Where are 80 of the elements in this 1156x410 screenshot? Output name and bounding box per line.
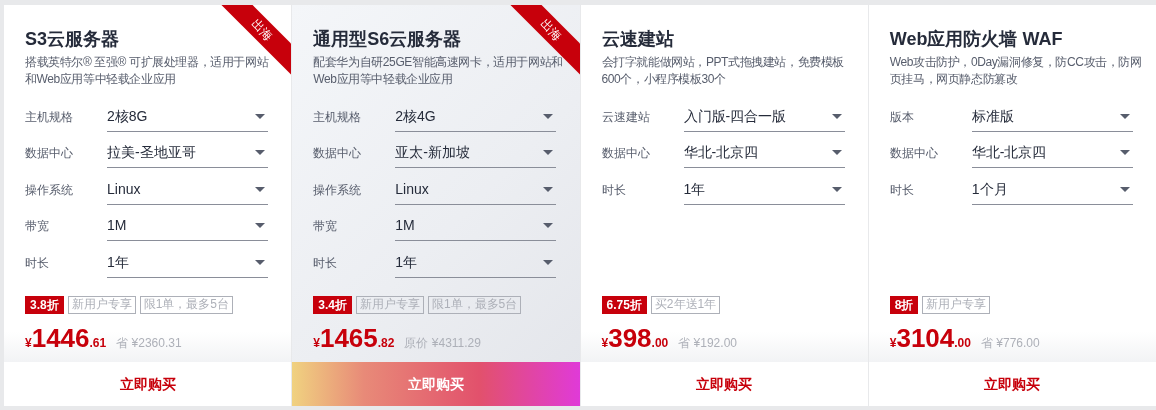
- caret-icon: [1119, 150, 1130, 155]
- select-field[interactable]: Linux: [395, 174, 557, 205]
- select-field[interactable]: 2核8G: [107, 101, 268, 132]
- price-note: 省 ¥776.00: [980, 335, 1040, 352]
- currency-symbol: ¥: [313, 336, 320, 352]
- discount-badge: 3.4折: [313, 296, 352, 314]
- select-field[interactable]: 亚太-新加坡: [395, 138, 557, 168]
- currency-symbol: ¥: [889, 336, 897, 352]
- caret-icon: [255, 259, 265, 265]
- price-integer: 398: [608, 322, 652, 355]
- caret-icon: [1119, 113, 1130, 119]
- price-integer: 3104: [896, 322, 955, 355]
- option-label: 数据中心: [889, 145, 939, 162]
- option-label: 数据中心: [601, 145, 651, 162]
- discount-badge: 6.75折: [601, 296, 647, 314]
- discount-badge: 8折: [889, 296, 919, 314]
- select-field[interactable]: 1个月: [971, 174, 1133, 205]
- product-description: 搭载英特尔® 至强® 可扩展处理器，适用于网站和Web应用等中轻载企业应用: [25, 54, 270, 88]
- price-note: 省 ¥192.00: [678, 335, 737, 352]
- tag: 限1单，最多5台: [139, 296, 234, 314]
- option-label: 时长: [313, 254, 339, 272]
- price-decimal: .82: [377, 336, 395, 352]
- caret-icon: [543, 223, 554, 228]
- select-field[interactable]: 华北-北京四: [683, 138, 845, 168]
- price-decimal: .00: [954, 336, 971, 352]
- tag: 新用户专享: [355, 296, 424, 314]
- select-field[interactable]: 1年: [107, 247, 268, 278]
- caret-icon: [255, 150, 265, 155]
- caret-icon: [831, 186, 842, 192]
- option-label: 版本: [889, 108, 915, 126]
- currency-symbol: ¥: [25, 336, 32, 352]
- select-field[interactable]: 1年: [395, 247, 557, 278]
- product-description: 配套华为自研25GE智能高速网卡，适用于网站和Web应用等中轻载企业应用: [313, 54, 564, 88]
- caret-icon: [255, 113, 265, 119]
- select-field[interactable]: 2核4G: [395, 101, 557, 132]
- price-integer: 1446: [31, 322, 90, 355]
- caret-icon: [543, 259, 554, 265]
- select-field[interactable]: 1M: [107, 211, 268, 241]
- product-title: 通用型S6云服务器: [313, 28, 462, 51]
- tag: 买2年送1年: [650, 296, 721, 314]
- caret-icon: [255, 186, 265, 192]
- discount-badge: 3.8折: [25, 296, 64, 314]
- product-title: Web应用防火墙 WAF: [889, 28, 1063, 51]
- product-title: 云速建站: [601, 28, 674, 51]
- product-description: Web攻击防护，0Day漏洞修复，防CC攻击，防网页挂马，网页静态防篡改: [889, 54, 1142, 88]
- option-label: 主机规格: [25, 108, 74, 126]
- price-integer: 1465: [319, 322, 378, 355]
- option-label: 主机规格: [313, 108, 363, 126]
- select-field[interactable]: 拉美-圣地亚哥: [107, 138, 268, 168]
- tag: 新用户专享: [922, 296, 991, 314]
- currency-symbol: ¥: [601, 336, 609, 352]
- option-label: 数据中心: [313, 145, 363, 162]
- select-field[interactable]: 入门版-四合一版: [683, 101, 845, 132]
- option-label: 操作系统: [313, 181, 363, 199]
- select-field[interactable]: 华北-北京四: [971, 138, 1133, 168]
- caret-icon: [831, 150, 842, 155]
- caret-icon: [831, 113, 842, 119]
- option-label: 数据中心: [25, 145, 74, 162]
- caret-icon: [543, 113, 554, 119]
- product-title: S3云服务器: [25, 28, 120, 51]
- caret-icon: [1119, 186, 1130, 192]
- price-decimal: .00: [651, 336, 669, 352]
- option-label: 带宽: [25, 218, 50, 235]
- option-label: 时长: [601, 181, 627, 199]
- select-field[interactable]: 1M: [395, 211, 557, 241]
- caret-icon: [543, 150, 554, 155]
- caret-icon: [543, 186, 554, 192]
- option-label: 带宽: [313, 218, 339, 235]
- caret-icon: [255, 223, 265, 228]
- product-description: 会打字就能做网站，PPT式拖拽建站，免费模板600个，小程序模板30个: [601, 54, 846, 88]
- select-field[interactable]: 1年: [683, 174, 845, 205]
- price-decimal: .61: [89, 336, 107, 352]
- option-label: 操作系统: [25, 181, 74, 199]
- price-note: 省 ¥2360.31: [116, 335, 182, 352]
- option-label: 云速建站: [601, 108, 651, 126]
- select-field[interactable]: Linux: [107, 174, 268, 205]
- option-label: 时长: [889, 181, 915, 199]
- tag: 新用户专享: [67, 296, 136, 314]
- select-field[interactable]: 标准版: [971, 101, 1133, 132]
- option-label: 时长: [25, 254, 50, 272]
